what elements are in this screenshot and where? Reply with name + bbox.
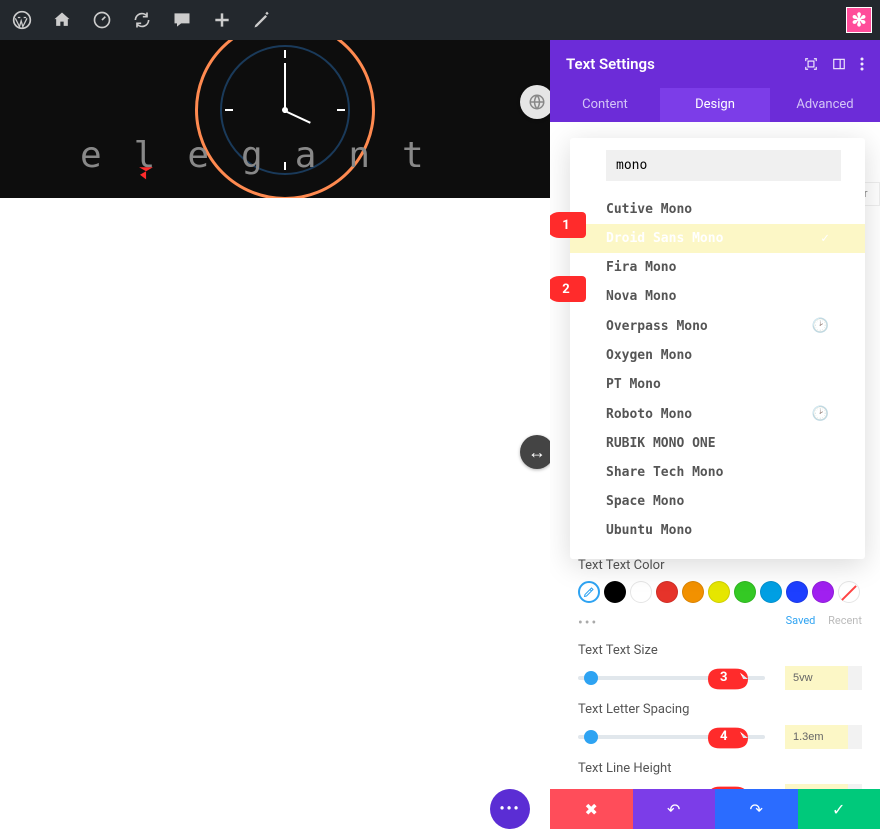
save-button[interactable]: ✓: [798, 789, 880, 829]
delete-button[interactable]: ✖: [550, 789, 633, 829]
divi-toggle-button[interactable]: ✻: [846, 7, 872, 33]
plus-icon[interactable]: [208, 6, 236, 34]
undo-button[interactable]: ↶: [633, 789, 716, 829]
font-list: Cutive Mono Droid Sans Mono✓ Fira Mono N…: [570, 189, 865, 559]
refresh-icon[interactable]: [128, 6, 156, 34]
font-option[interactable]: Ubuntu Mono: [570, 516, 865, 545]
color-swatch[interactable]: [630, 581, 652, 603]
globe-button[interactable]: [520, 85, 554, 119]
more-colors-icon[interactable]: •••: [578, 615, 598, 631]
preview-hero: elegant: [0, 40, 550, 198]
font-option[interactable]: Overpass Mono🕑: [570, 311, 865, 341]
settings-sidebar: Text Settings Content Design Advanced er…: [550, 40, 880, 829]
color-label: Text Text Color: [578, 558, 862, 573]
sidebar-header: Text Settings: [550, 40, 880, 88]
eyedropper-button[interactable]: [578, 581, 600, 603]
redo-button[interactable]: ↷: [715, 789, 798, 829]
home-icon[interactable]: [48, 6, 76, 34]
font-search-input[interactable]: [606, 150, 841, 181]
saved-colors-tab[interactable]: Saved: [786, 614, 816, 627]
color-swatch[interactable]: [604, 581, 626, 603]
color-swatch[interactable]: [708, 581, 730, 603]
module-menu-fab[interactable]: •••: [490, 789, 530, 829]
font-option[interactable]: Space Mono: [570, 487, 865, 516]
color-swatch[interactable]: [734, 581, 756, 603]
callout-2: 2: [550, 276, 586, 302]
color-swatch[interactable]: [656, 581, 678, 603]
color-swatch[interactable]: [812, 581, 834, 603]
action-bar: ✖ ↶ ↷ ✓: [550, 789, 880, 829]
recent-icon: 🕑: [812, 406, 829, 422]
size-label: Text Text Size: [578, 643, 862, 658]
tab-advanced[interactable]: Advanced: [770, 88, 880, 122]
recent-colors-tab[interactable]: Recent: [828, 614, 862, 627]
settings-tabs: Content Design Advanced: [550, 88, 880, 122]
panel-icon[interactable]: [832, 57, 846, 71]
color-swatch[interactable]: [760, 581, 782, 603]
font-option[interactable]: RUBIK MONO ONE: [570, 429, 865, 458]
font-option[interactable]: Nova Mono: [570, 282, 865, 311]
color-none[interactable]: [838, 581, 860, 603]
recent-icon: 🕑: [812, 318, 829, 334]
kebab-icon[interactable]: [860, 57, 864, 71]
callout-1: 1: [550, 212, 586, 238]
spacing-label: Text Letter Spacing: [578, 702, 862, 717]
font-option[interactable]: Cutive Mono: [570, 195, 865, 224]
tab-design[interactable]: Design: [660, 88, 770, 122]
resize-handle[interactable]: ↔: [520, 435, 554, 469]
lineheight-input[interactable]: [785, 784, 849, 789]
color-swatch[interactable]: [682, 581, 704, 603]
lineheight-label: Text Line Height: [578, 761, 862, 776]
dashboard-icon[interactable]: [88, 6, 116, 34]
comment-icon[interactable]: [168, 6, 196, 34]
font-option[interactable]: Fira Mono: [570, 253, 865, 282]
wordpress-icon[interactable]: [8, 6, 36, 34]
pencil-icon[interactable]: [248, 6, 276, 34]
size-input[interactable]: [785, 666, 849, 690]
expand-icon[interactable]: [804, 57, 818, 71]
color-swatch[interactable]: [786, 581, 808, 603]
font-option[interactable]: Oxygen Mono: [570, 341, 865, 370]
font-option[interactable]: Share Tech Mono: [570, 458, 865, 487]
spacing-input[interactable]: [785, 725, 849, 749]
wp-admin-bar: ✻: [0, 0, 880, 40]
font-option[interactable]: PT Mono: [570, 370, 865, 399]
font-dropdown: 1 2 Cutive Mono Droid Sans Mono✓ Fira Mo…: [570, 138, 865, 559]
color-swatches: [578, 581, 862, 603]
font-option[interactable]: Roboto Mono🕑: [570, 399, 865, 429]
tab-content[interactable]: Content: [550, 88, 660, 122]
page-preview: elegant ↔ •••: [0, 40, 550, 829]
sidebar-title: Text Settings: [566, 55, 655, 73]
font-option-selected[interactable]: Droid Sans Mono✓: [570, 224, 865, 253]
